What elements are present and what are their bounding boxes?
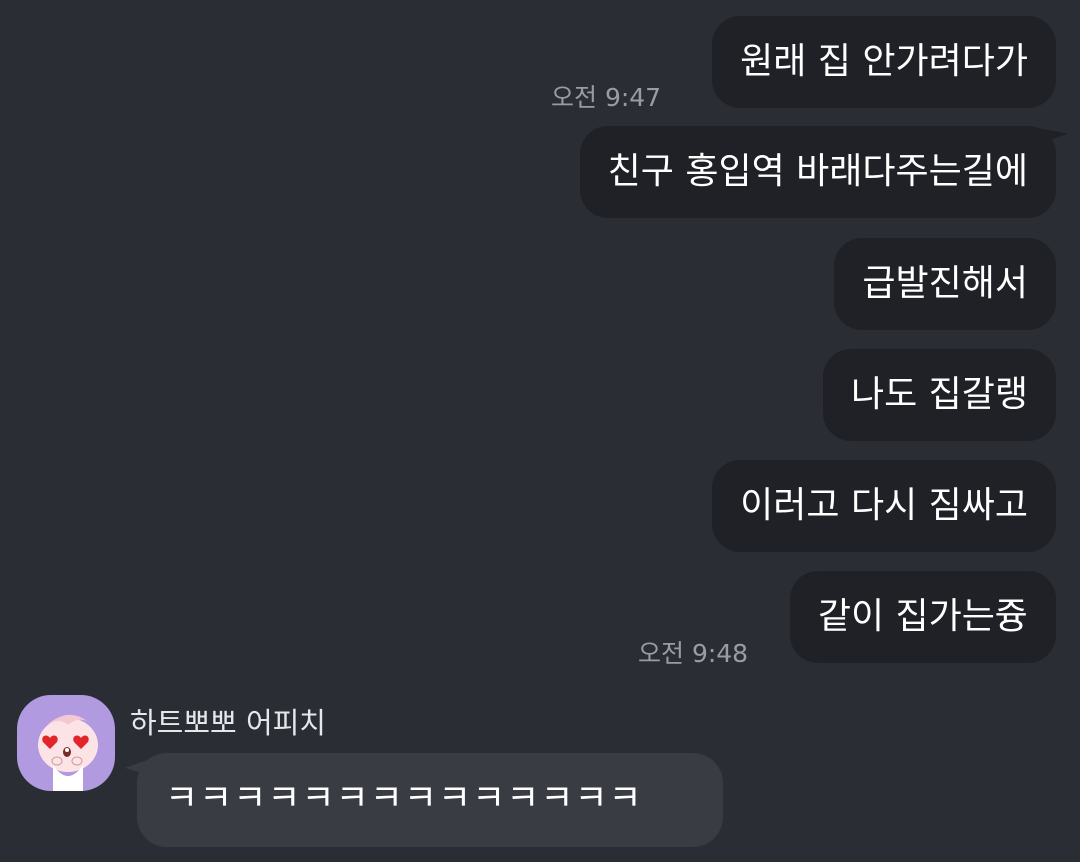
apeach-heart-eyes-icon (38, 714, 98, 791)
message-bubble-outgoing[interactable]: 원래 집 안가려다가 (712, 16, 1056, 108)
message-bubble-outgoing[interactable]: 이러고 다시 짐싸고 (712, 460, 1056, 552)
message-text: 같이 집가는즁 (817, 596, 1028, 637)
message-text: 원래 집 안가려다가 (740, 41, 1028, 82)
message-bubble-outgoing[interactable]: 급발진해서 (834, 238, 1056, 330)
message-bubble-outgoing[interactable]: 나도 집갈랭 (822, 349, 1056, 441)
sender-name: 하트뽀뽀 어피치 (130, 706, 326, 740)
message-text: 친구 홍입역 바래다주는길에 (607, 151, 1028, 192)
message-bubble-incoming[interactable]: ㅋㅋㅋㅋㅋㅋㅋㅋㅋㅋㅋㅋㅋㅋ (137, 753, 723, 847)
chat-room: 원래 집 안가려다가 오전 9:47 친구 홍입역 바래다주는길에 급발진해서 … (0, 0, 1080, 862)
message-text: 나도 집갈랭 (850, 374, 1028, 415)
message-text: 이러고 다시 짐싸고 (740, 485, 1028, 526)
message-bubble-outgoing[interactable]: 같이 집가는즁 (789, 571, 1056, 663)
message-text: ㅋㅋㅋㅋㅋㅋㅋㅋㅋㅋㅋㅋㅋㅋ (165, 778, 643, 819)
message-timestamp: 오전 9:48 (638, 639, 749, 668)
avatar[interactable] (17, 695, 115, 791)
message-bubble-outgoing[interactable]: 친구 홍입역 바래다주는길에 (579, 126, 1056, 218)
message-text: 급발진해서 (862, 263, 1028, 304)
message-timestamp: 오전 9:47 (551, 83, 662, 112)
